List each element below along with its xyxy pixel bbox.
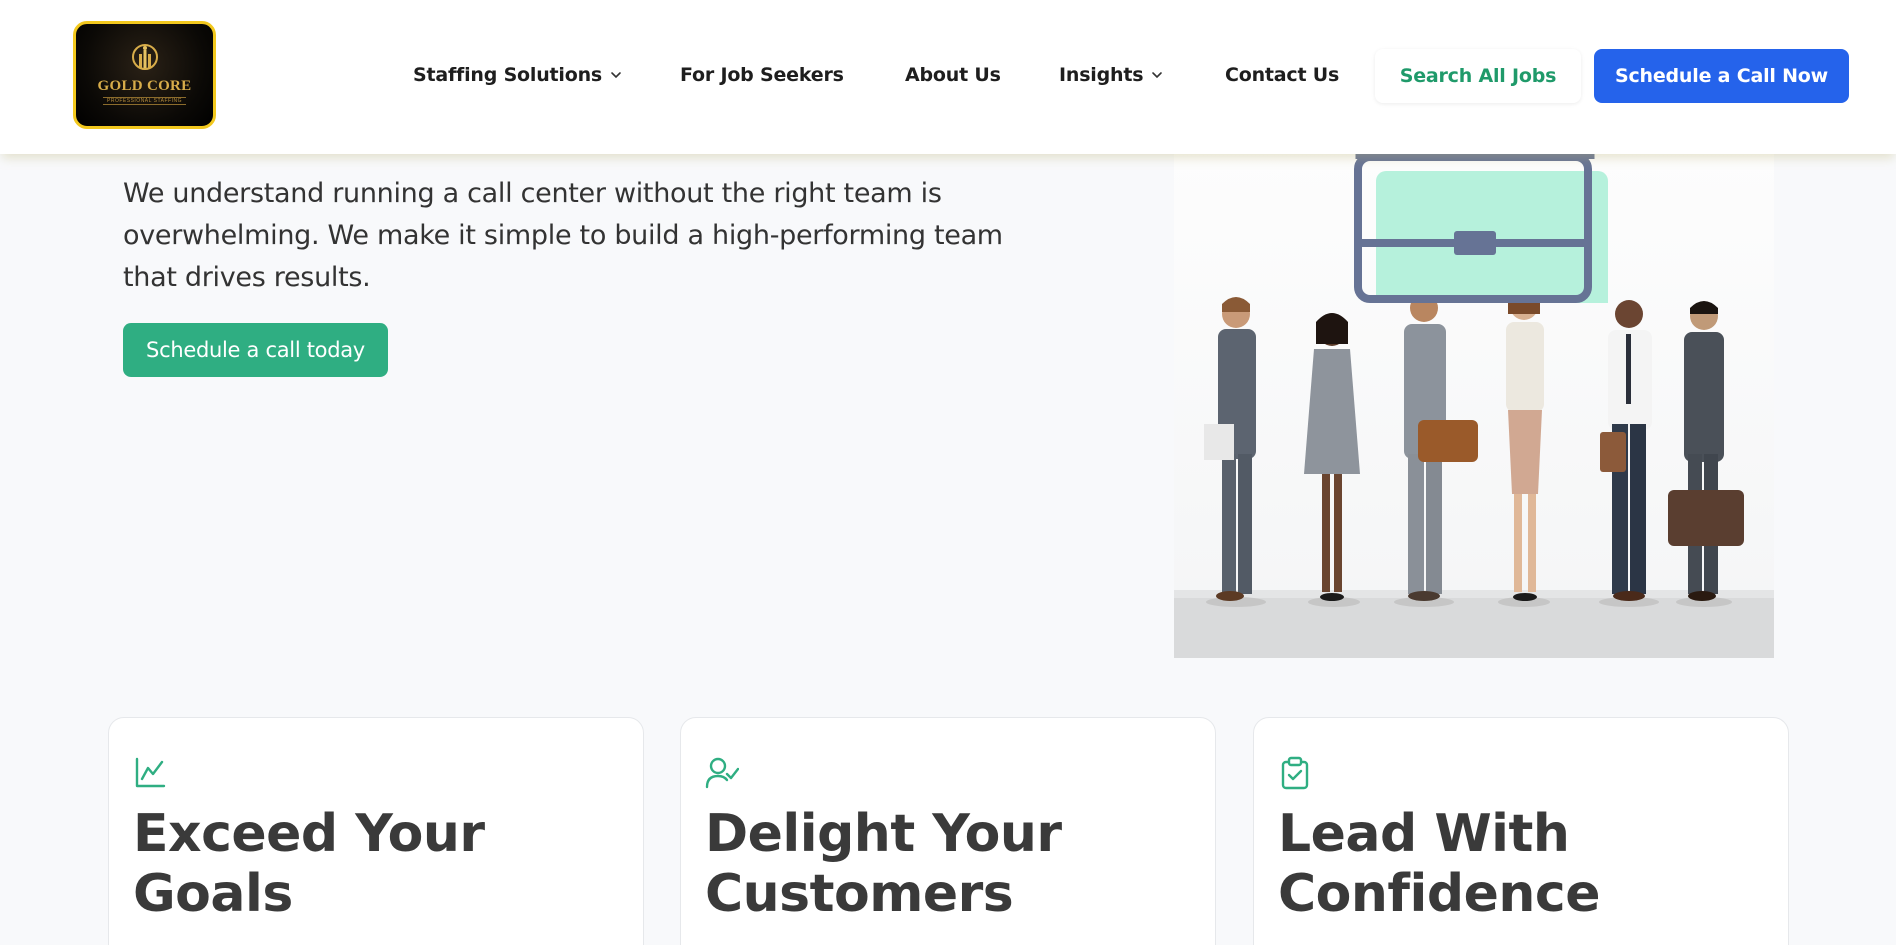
- nav-item-about-us[interactable]: About Us: [905, 60, 1001, 90]
- nav-item-insights[interactable]: Insights: [1059, 60, 1163, 90]
- chevron-down-icon: [1152, 72, 1163, 79]
- clipboard-check-icon: [1281, 756, 1309, 790]
- briefcase-icon: [1354, 153, 1608, 303]
- nav-item-label: Insights: [1059, 64, 1144, 86]
- nav-item-for-job-seekers[interactable]: For Job Seekers: [680, 60, 844, 90]
- nav-item-staffing-solutions[interactable]: Staffing Solutions: [413, 60, 622, 90]
- feature-card-goals: Exceed Your Goals: [108, 717, 644, 945]
- nav-item-label: Contact Us: [1225, 64, 1340, 86]
- chevron-down-icon: [611, 72, 621, 79]
- card-title: Exceed Your Goals: [133, 804, 485, 924]
- nav-item-label: About Us: [905, 64, 1001, 86]
- schedule-call-today-button[interactable]: Schedule a call today: [123, 323, 388, 377]
- schedule-call-now-button[interactable]: Schedule a Call Now: [1594, 49, 1849, 103]
- feature-card-confidence: Lead With Confidence: [1253, 717, 1789, 945]
- nav-item-label: For Job Seekers: [680, 64, 844, 86]
- user-check-icon: [705, 757, 739, 789]
- card-title: Lead With Confidence: [1278, 804, 1600, 924]
- feature-card-customers: Delight Your Customers: [680, 717, 1216, 945]
- site-header: GOLD CORE PROFESSIONAL STAFFING Staffing…: [0, 0, 1896, 154]
- chart-line-icon: [135, 757, 166, 788]
- hero-description: We understand running a call center with…: [123, 178, 1003, 293]
- nav-item-label: Staffing Solutions: [413, 64, 603, 86]
- search-all-jobs-button[interactable]: Search All Jobs: [1375, 49, 1581, 103]
- card-title: Delight Your Customers: [705, 804, 1062, 924]
- nav-item-contact-us[interactable]: Contact Us: [1225, 60, 1339, 90]
